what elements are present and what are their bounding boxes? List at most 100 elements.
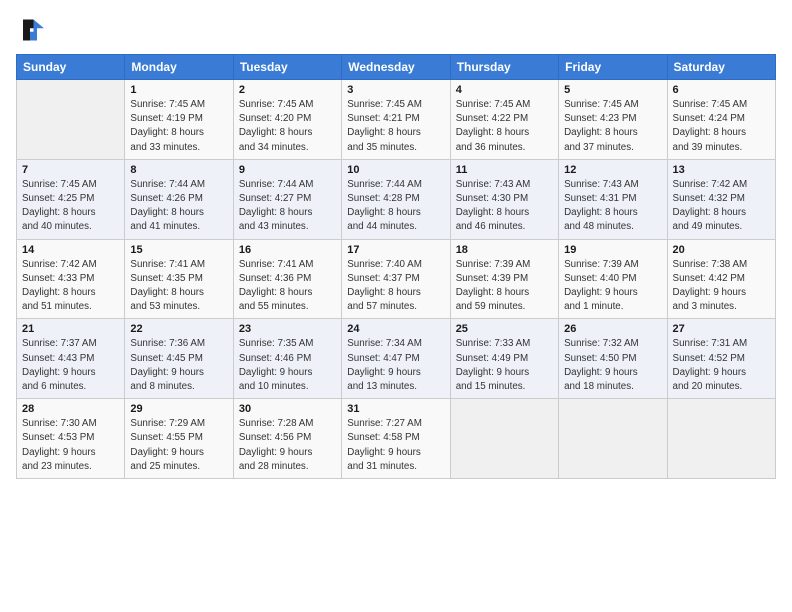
day-info: Sunrise: 7:45 AMSunset: 4:23 PMDaylight:… <box>564 98 661 155</box>
day-cell: 10 Sunrise: 7:44 AMSunset: 4:28 PMDayligh… <box>342 159 450 239</box>
day-info: Sunrise: 7:42 AMSunset: 4:32 PMDaylight:… <box>673 178 770 235</box>
day-cell: 2 Sunrise: 7:45 AMSunset: 4:20 PMDaylight… <box>233 80 341 160</box>
weekday-thursday: Thursday <box>450 55 558 80</box>
day-cell: 22 Sunrise: 7:36 AMSunset: 4:45 PMDayligh… <box>125 319 233 399</box>
day-number: 3 <box>347 84 444 96</box>
day-info: Sunrise: 7:35 AMSunset: 4:46 PMDaylight:… <box>239 337 336 394</box>
day-number: 17 <box>347 244 444 256</box>
day-number: 2 <box>239 84 336 96</box>
day-cell: 21 Sunrise: 7:37 AMSunset: 4:43 PMDayligh… <box>17 319 125 399</box>
calendar-table: SundayMondayTuesdayWednesdayThursdayFrid… <box>16 54 776 479</box>
day-cell: 9 Sunrise: 7:44 AMSunset: 4:27 PMDaylight… <box>233 159 341 239</box>
day-info: Sunrise: 7:45 AMSunset: 4:19 PMDaylight:… <box>130 98 227 155</box>
day-number: 13 <box>673 164 770 176</box>
day-cell: 16 Sunrise: 7:41 AMSunset: 4:36 PMDayligh… <box>233 239 341 319</box>
day-cell: 3 Sunrise: 7:45 AMSunset: 4:21 PMDaylight… <box>342 80 450 160</box>
day-number: 23 <box>239 323 336 335</box>
day-number: 26 <box>564 323 661 335</box>
day-number: 20 <box>673 244 770 256</box>
day-number: 11 <box>456 164 553 176</box>
day-cell: 26 Sunrise: 7:32 AMSunset: 4:50 PMDayligh… <box>559 319 667 399</box>
day-cell: 11Sunrise: 7:43 AMSunset: 4:30 PMDayligh… <box>450 159 558 239</box>
day-number: 19 <box>564 244 661 256</box>
day-info: Sunrise: 7:33 AMSunset: 4:49 PMDaylight:… <box>456 337 553 394</box>
day-cell: 18Sunrise: 7:39 AMSunset: 4:39 PMDayligh… <box>450 239 558 319</box>
calendar-header: SundayMondayTuesdayWednesdayThursdayFrid… <box>17 55 776 80</box>
day-cell: 8 Sunrise: 7:44 AMSunset: 4:26 PMDaylight… <box>125 159 233 239</box>
day-cell: 12 Sunrise: 7:43 AMSunset: 4:31 PMDayligh… <box>559 159 667 239</box>
day-number: 12 <box>564 164 661 176</box>
day-cell: 14Sunrise: 7:42 AMSunset: 4:33 PMDayligh… <box>17 239 125 319</box>
day-cell: 17Sunrise: 7:40 AMSunset: 4:37 PMDayligh… <box>342 239 450 319</box>
day-info: Sunrise: 7:41 AMSunset: 4:35 PMDaylight:… <box>130 258 227 315</box>
day-info: Sunrise: 7:30 AMSunset: 4:53 PMDaylight:… <box>22 417 119 474</box>
day-cell: 23 Sunrise: 7:35 AMSunset: 4:46 PMDayligh… <box>233 319 341 399</box>
week-row-4: 21 Sunrise: 7:37 AMSunset: 4:43 PMDayligh… <box>17 319 776 399</box>
day-info: Sunrise: 7:42 AMSunset: 4:33 PMDaylight:… <box>22 258 119 315</box>
day-info: Sunrise: 7:45 AMSunset: 4:24 PMDaylight:… <box>673 98 770 155</box>
weekday-wednesday: Wednesday <box>342 55 450 80</box>
day-number: 31 <box>347 403 444 415</box>
day-cell: 28 Sunrise: 7:30 AMSunset: 4:53 PMDayligh… <box>17 399 125 479</box>
day-cell <box>559 399 667 479</box>
day-number: 4 <box>456 84 553 96</box>
weekday-sunday: Sunday <box>17 55 125 80</box>
day-cell: 5 Sunrise: 7:45 AMSunset: 4:23 PMDaylight… <box>559 80 667 160</box>
day-cell: 20 Sunrise: 7:38 AMSunset: 4:42 PMDayligh… <box>667 239 775 319</box>
day-number: 15 <box>130 244 227 256</box>
day-number: 24 <box>347 323 444 335</box>
day-info: Sunrise: 7:43 AMSunset: 4:31 PMDaylight:… <box>564 178 661 235</box>
day-number: 21 <box>22 323 119 335</box>
day-number: 28 <box>22 403 119 415</box>
day-info: Sunrise: 7:44 AMSunset: 4:27 PMDaylight:… <box>239 178 336 235</box>
day-number: 5 <box>564 84 661 96</box>
day-info: Sunrise: 7:45 AMSunset: 4:22 PMDaylight:… <box>456 98 553 155</box>
day-info: Sunrise: 7:32 AMSunset: 4:50 PMDaylight:… <box>564 337 661 394</box>
weekday-saturday: Saturday <box>667 55 775 80</box>
day-cell: 19Sunrise: 7:39 AMSunset: 4:40 PMDayligh… <box>559 239 667 319</box>
day-cell: 27Sunrise: 7:31 AMSunset: 4:52 PMDayligh… <box>667 319 775 399</box>
day-info: Sunrise: 7:45 AMSunset: 4:20 PMDaylight:… <box>239 98 336 155</box>
calendar-body: 1 Sunrise: 7:45 AMSunset: 4:19 PMDaylight… <box>17 80 776 479</box>
day-number: 7 <box>22 164 119 176</box>
day-number: 1 <box>130 84 227 96</box>
week-row-5: 28 Sunrise: 7:30 AMSunset: 4:53 PMDayligh… <box>17 399 776 479</box>
day-cell: 6Sunrise: 7:45 AMSunset: 4:24 PMDaylight… <box>667 80 775 160</box>
day-cell <box>17 80 125 160</box>
header <box>16 16 776 44</box>
day-info: Sunrise: 7:31 AMSunset: 4:52 PMDaylight:… <box>673 337 770 394</box>
day-info: Sunrise: 7:44 AMSunset: 4:26 PMDaylight:… <box>130 178 227 235</box>
day-info: Sunrise: 7:41 AMSunset: 4:36 PMDaylight:… <box>239 258 336 315</box>
week-row-2: 7 Sunrise: 7:45 AMSunset: 4:25 PMDaylight… <box>17 159 776 239</box>
day-cell: 25 Sunrise: 7:33 AMSunset: 4:49 PMDayligh… <box>450 319 558 399</box>
day-info: Sunrise: 7:38 AMSunset: 4:42 PMDaylight:… <box>673 258 770 315</box>
day-info: Sunrise: 7:37 AMSunset: 4:43 PMDaylight:… <box>22 337 119 394</box>
day-info: Sunrise: 7:45 AMSunset: 4:21 PMDaylight:… <box>347 98 444 155</box>
day-info: Sunrise: 7:39 AMSunset: 4:39 PMDaylight:… <box>456 258 553 315</box>
day-number: 29 <box>130 403 227 415</box>
day-info: Sunrise: 7:34 AMSunset: 4:47 PMDaylight:… <box>347 337 444 394</box>
weekday-header-row: SundayMondayTuesdayWednesdayThursdayFrid… <box>17 55 776 80</box>
day-number: 16 <box>239 244 336 256</box>
day-cell: 29 Sunrise: 7:29 AMSunset: 4:55 PMDayligh… <box>125 399 233 479</box>
day-info: Sunrise: 7:28 AMSunset: 4:56 PMDaylight:… <box>239 417 336 474</box>
day-cell: 4 Sunrise: 7:45 AMSunset: 4:22 PMDaylight… <box>450 80 558 160</box>
day-cell: 13 Sunrise: 7:42 AMSunset: 4:32 PMDayligh… <box>667 159 775 239</box>
logo-icon <box>16 16 44 44</box>
day-number: 22 <box>130 323 227 335</box>
weekday-friday: Friday <box>559 55 667 80</box>
weekday-tuesday: Tuesday <box>233 55 341 80</box>
day-cell <box>667 399 775 479</box>
day-number: 9 <box>239 164 336 176</box>
day-number: 8 <box>130 164 227 176</box>
page: SundayMondayTuesdayWednesdayThursdayFrid… <box>0 0 792 612</box>
day-cell: 1 Sunrise: 7:45 AMSunset: 4:19 PMDaylight… <box>125 80 233 160</box>
day-number: 30 <box>239 403 336 415</box>
day-info: Sunrise: 7:45 AMSunset: 4:25 PMDaylight:… <box>22 178 119 235</box>
day-info: Sunrise: 7:44 AMSunset: 4:28 PMDaylight:… <box>347 178 444 235</box>
day-number: 10 <box>347 164 444 176</box>
day-cell: 15 Sunrise: 7:41 AMSunset: 4:35 PMDayligh… <box>125 239 233 319</box>
day-number: 25 <box>456 323 553 335</box>
day-info: Sunrise: 7:29 AMSunset: 4:55 PMDaylight:… <box>130 417 227 474</box>
day-info: Sunrise: 7:36 AMSunset: 4:45 PMDaylight:… <box>130 337 227 394</box>
